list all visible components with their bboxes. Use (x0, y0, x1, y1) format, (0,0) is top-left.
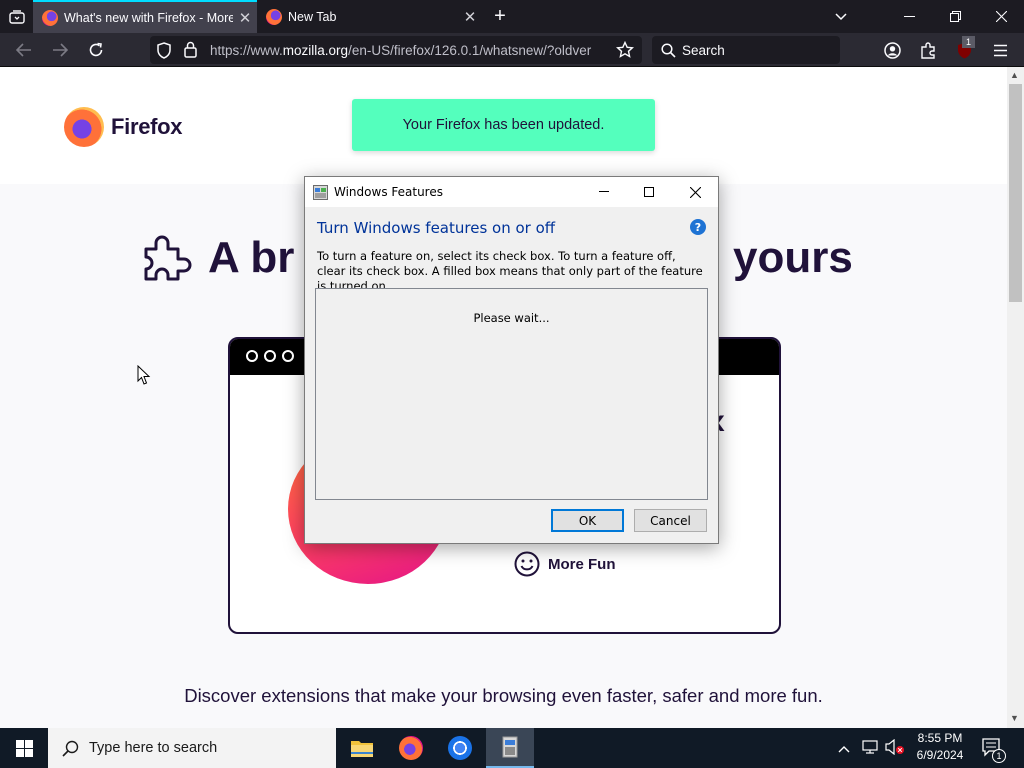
illustration-window-dots (246, 350, 294, 362)
firefox-favicon-icon (42, 9, 58, 26)
volume-muted-icon[interactable] (885, 738, 905, 760)
tab-title: New Tab (288, 9, 337, 24)
dialog-maximize-button[interactable] (626, 177, 672, 207)
windows-features-app-icon (313, 184, 328, 200)
chrome-icon (448, 736, 472, 760)
network-icon[interactable] (862, 740, 878, 759)
reload-button[interactable] (80, 33, 112, 67)
url-bar[interactable]: https://www.mozilla.org/en-US/firefox/12… (150, 36, 642, 64)
close-tab-icon[interactable]: ✕ (233, 9, 257, 27)
update-notification: Your Firefox has been updated. (352, 99, 655, 151)
page-heading-left: A br (208, 233, 295, 282)
windows-features-dialog: Windows Features Turn Windows features o… (304, 176, 719, 544)
features-list-box[interactable]: Please wait... (315, 288, 708, 500)
search-icon (62, 740, 79, 757)
clock[interactable]: 8:55 PM 6/9/2024 (910, 730, 970, 766)
taskbar-chrome[interactable] (436, 728, 484, 768)
minimize-button[interactable] (886, 0, 932, 33)
features-list-status: Please wait... (473, 311, 550, 325)
ok-button[interactable]: OK (551, 509, 624, 532)
account-icon[interactable] (876, 33, 908, 67)
search-icon (661, 42, 676, 58)
taskbar-search-box[interactable]: Type here to search (48, 728, 336, 768)
more-fun-label: More Fun (548, 555, 616, 573)
notification-count-badge: 1 (992, 749, 1006, 763)
dialog-close-button[interactable] (672, 177, 718, 207)
extensions-puzzle-icon[interactable] (912, 33, 944, 67)
windows-logo-icon (15, 739, 33, 757)
taskbar-file-explorer[interactable] (338, 728, 386, 768)
firefox-logo[interactable]: Firefox (64, 107, 194, 147)
taskbar-windows-features[interactable] (486, 728, 534, 768)
url-text: https://www.mozilla.org/en-US/firefox/12… (210, 42, 592, 58)
new-tab-button[interactable]: + (484, 0, 516, 33)
close-tab-icon[interactable]: ✕ (458, 8, 482, 26)
show-hidden-icons-chevron-icon[interactable] (838, 740, 850, 758)
discover-text: Discover extensions that make your brows… (184, 685, 823, 706)
start-button[interactable] (0, 728, 48, 768)
puzzle-heading-icon (140, 231, 192, 288)
cancel-button[interactable]: Cancel (634, 509, 707, 532)
tab-whats-new[interactable]: What's new with Firefox - More ✕ (33, 0, 257, 33)
hamburger-menu-icon[interactable] (984, 33, 1016, 67)
search-bar[interactable]: Search (652, 36, 840, 64)
search-placeholder: Search (682, 42, 725, 58)
back-button[interactable] (8, 33, 40, 67)
taskbar-firefox[interactable] (387, 728, 435, 768)
dialog-minimize-button[interactable] (581, 177, 627, 207)
dialog-heading: Turn Windows features on or off (317, 219, 556, 237)
bookmark-star-icon[interactable] (615, 40, 635, 62)
firefox-logo-text: Firefox (111, 114, 183, 139)
tab-title: What's new with Firefox - More (64, 10, 233, 25)
list-all-tabs-icon[interactable] (818, 0, 864, 33)
help-icon[interactable]: ? (690, 219, 706, 235)
smiley-icon (514, 551, 540, 577)
tab-list-icon[interactable] (0, 0, 33, 33)
dialog-title: Windows Features (334, 185, 443, 199)
extension-badge: 1 (962, 36, 975, 48)
restore-button[interactable] (932, 0, 978, 33)
tracking-protection-shield-icon[interactable] (156, 42, 172, 62)
clock-time: 8:55 PM (917, 731, 963, 745)
firefox-logo-icon (64, 107, 104, 147)
firefox-icon (399, 736, 423, 760)
close-window-button[interactable] (978, 0, 1024, 33)
scrollbar-thumb[interactable] (1009, 84, 1022, 302)
more-fun-row: More Fun (514, 551, 616, 577)
page-heading-right: yours (733, 233, 853, 282)
lock-icon[interactable] (184, 41, 197, 61)
folder-icon (351, 741, 373, 757)
scroll-up-arrow[interactable]: ▲ (1010, 70, 1019, 80)
mouse-cursor-icon (137, 364, 151, 391)
scroll-down-arrow[interactable]: ▼ (1010, 713, 1019, 723)
forward-button[interactable] (44, 33, 76, 67)
taskbar-search-placeholder: Type here to search (89, 740, 218, 756)
tab-new-tab[interactable]: New Tab ✕ (257, 0, 482, 33)
firefox-favicon-icon (266, 8, 282, 25)
windows-features-app-icon (502, 736, 518, 758)
clock-date: 6/9/2024 (916, 748, 964, 762)
